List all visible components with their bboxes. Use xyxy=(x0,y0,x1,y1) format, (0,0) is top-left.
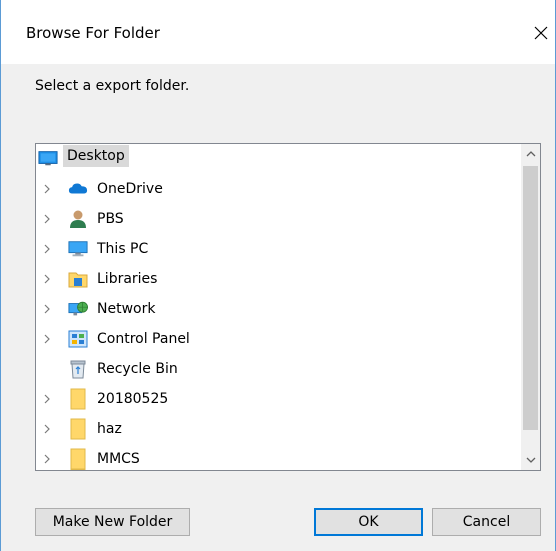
chevron-right-icon[interactable] xyxy=(40,235,54,263)
control-panel-icon xyxy=(68,329,88,349)
tree-item-recycle-bin[interactable]: Recycle Bin xyxy=(36,355,519,383)
tree-item-control-panel[interactable]: Control Panel xyxy=(36,325,519,353)
tree-item-pbs[interactable]: PBS xyxy=(36,205,519,233)
chevron-right-icon[interactable] xyxy=(40,295,54,323)
tree-item-desktop[interactable]: Desktop xyxy=(36,144,519,172)
dialog-prompt: Select a export folder. xyxy=(35,78,190,94)
computer-icon xyxy=(68,239,88,259)
tree-item-label: Control Panel xyxy=(97,331,190,347)
folder-tree[interactable]: Desktop OneDrive PBS This PC Libraries N… xyxy=(35,143,541,471)
tree-item-this-pc[interactable]: This PC xyxy=(36,235,519,263)
tree-item-label: Desktop xyxy=(63,145,129,167)
close-button[interactable] xyxy=(527,14,555,52)
vertical-scrollbar[interactable] xyxy=(521,144,540,470)
desktop-icon xyxy=(38,148,58,168)
user-icon xyxy=(68,209,88,229)
network-icon xyxy=(68,299,88,319)
onedrive-cloud-icon xyxy=(68,179,88,199)
ok-button[interactable]: OK xyxy=(314,508,423,536)
chevron-down-icon xyxy=(526,457,535,463)
tree-item-onedrive[interactable]: OneDrive xyxy=(36,175,519,203)
tree-item-label: Network xyxy=(97,301,156,317)
tree-item-label: PBS xyxy=(97,211,124,227)
cancel-button[interactable]: Cancel xyxy=(432,508,541,536)
tree-item-label: OneDrive xyxy=(97,181,163,197)
browse-for-folder-dialog: Browse For Folder Select a export folder… xyxy=(0,0,556,551)
folder-icon xyxy=(70,469,86,470)
dialog-title: Browse For Folder xyxy=(26,24,160,42)
scroll-up-button[interactable] xyxy=(521,144,540,164)
recycle-bin-icon xyxy=(68,359,88,379)
folder-icon xyxy=(68,418,88,440)
folder-icon xyxy=(68,388,88,410)
chevron-right-icon[interactable] xyxy=(40,385,54,413)
close-icon xyxy=(534,26,548,40)
tree-item-label: MMCS xyxy=(97,451,140,467)
tree-item-folder-20180525[interactable]: 20180525 xyxy=(36,385,519,413)
chevron-right-icon[interactable] xyxy=(40,325,54,353)
title-bar[interactable]: Browse For Folder xyxy=(1,0,555,64)
make-new-folder-button[interactable]: Make New Folder xyxy=(35,508,190,536)
scroll-down-button[interactable] xyxy=(521,450,540,470)
scrollbar-thumb[interactable] xyxy=(523,166,538,430)
tree-item-label: Recycle Bin xyxy=(97,361,178,377)
libraries-icon xyxy=(68,269,88,289)
tree-item-label: Libraries xyxy=(97,271,158,287)
chevron-right-icon[interactable] xyxy=(40,415,54,443)
tree-item-label: 20180525 xyxy=(97,391,169,407)
tree-item-label: This PC xyxy=(97,241,149,257)
chevron-right-icon[interactable] xyxy=(40,175,54,203)
chevron-right-icon[interactable] xyxy=(40,265,54,293)
tree-item-label: haz xyxy=(97,421,122,437)
chevron-right-icon[interactable] xyxy=(40,205,54,233)
tree-item-folder-haz[interactable]: haz xyxy=(36,415,519,443)
tree-item-folder-partial[interactable] xyxy=(36,466,519,470)
tree-item-libraries[interactable]: Libraries xyxy=(36,265,519,293)
chevron-up-icon xyxy=(526,151,535,157)
tree-item-network[interactable]: Network xyxy=(36,295,519,323)
